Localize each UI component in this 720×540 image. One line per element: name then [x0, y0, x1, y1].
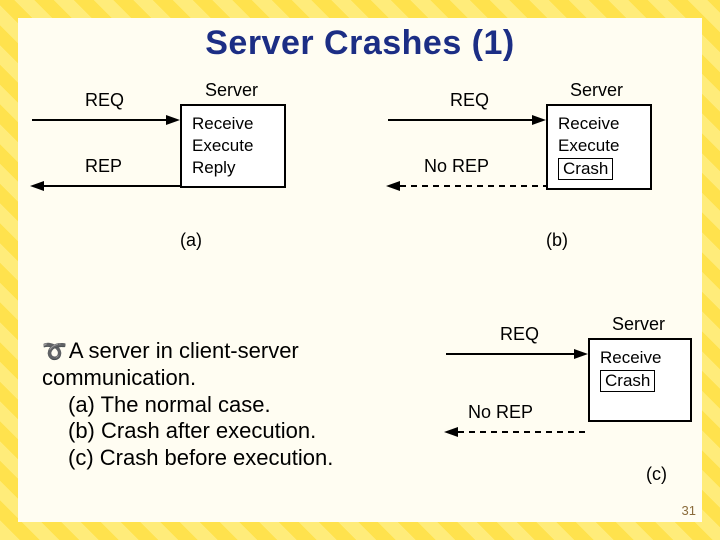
body-item-c: (c) Crash before execution.: [42, 445, 432, 472]
diagram-c: Server Receive Crash REQ No REP (c): [444, 316, 692, 516]
page-number: 31: [682, 503, 696, 518]
server-box-b: Receive Execute Crash: [546, 104, 652, 190]
arrow-right-icon: [386, 114, 546, 126]
body-text: ➰A server in client-server communication…: [42, 338, 432, 472]
diagram-row-top: Server Receive Execute Reply REQ REP (a)…: [30, 82, 690, 302]
server-label-a: Server: [205, 80, 258, 101]
arrow-left-dashed-icon: [444, 426, 588, 438]
crash-box: Crash: [558, 158, 613, 180]
norep-label-c: No REP: [468, 402, 533, 423]
bullet-icon: ➰: [42, 340, 67, 364]
server-box-a: Receive Execute Reply: [180, 104, 286, 188]
crash-box: Crash: [600, 370, 655, 392]
server-label-c: Server: [612, 314, 665, 335]
norep-label-b: No REP: [424, 156, 489, 177]
body-lead: ➰A server in client-server communication…: [42, 338, 432, 392]
arrow-left-icon: [30, 180, 180, 192]
box-row: Receive: [600, 348, 680, 368]
body-item-a: (a) The normal case.: [42, 392, 432, 419]
body-item-b: (b) Crash after execution.: [42, 418, 432, 445]
server-label-b: Server: [570, 80, 623, 101]
box-row-empty: [600, 394, 680, 412]
slide: Server Crashes (1) Server Receive Execut…: [0, 0, 720, 540]
req-label-c: REQ: [500, 324, 539, 345]
req-label-a: REQ: [85, 90, 124, 111]
slide-title: Server Crashes (1): [18, 24, 702, 63]
sublabel-a: (a): [180, 230, 202, 251]
rep-label-a: REP: [85, 156, 122, 177]
arrow-left-dashed-icon: [386, 180, 546, 192]
arrow-right-icon: [444, 348, 588, 360]
box-row: Receive: [558, 114, 640, 134]
req-label-b: REQ: [450, 90, 489, 111]
box-row: Execute: [192, 136, 274, 156]
server-box-c: Receive Crash: [588, 338, 692, 422]
box-row: Execute: [558, 136, 640, 156]
box-row: Receive: [192, 114, 274, 134]
arrow-right-icon: [30, 114, 180, 126]
sublabel-c: (c): [646, 464, 667, 485]
sublabel-b: (b): [546, 230, 568, 251]
slide-inner: Server Crashes (1) Server Receive Execut…: [18, 18, 702, 522]
box-row: Reply: [192, 158, 274, 178]
